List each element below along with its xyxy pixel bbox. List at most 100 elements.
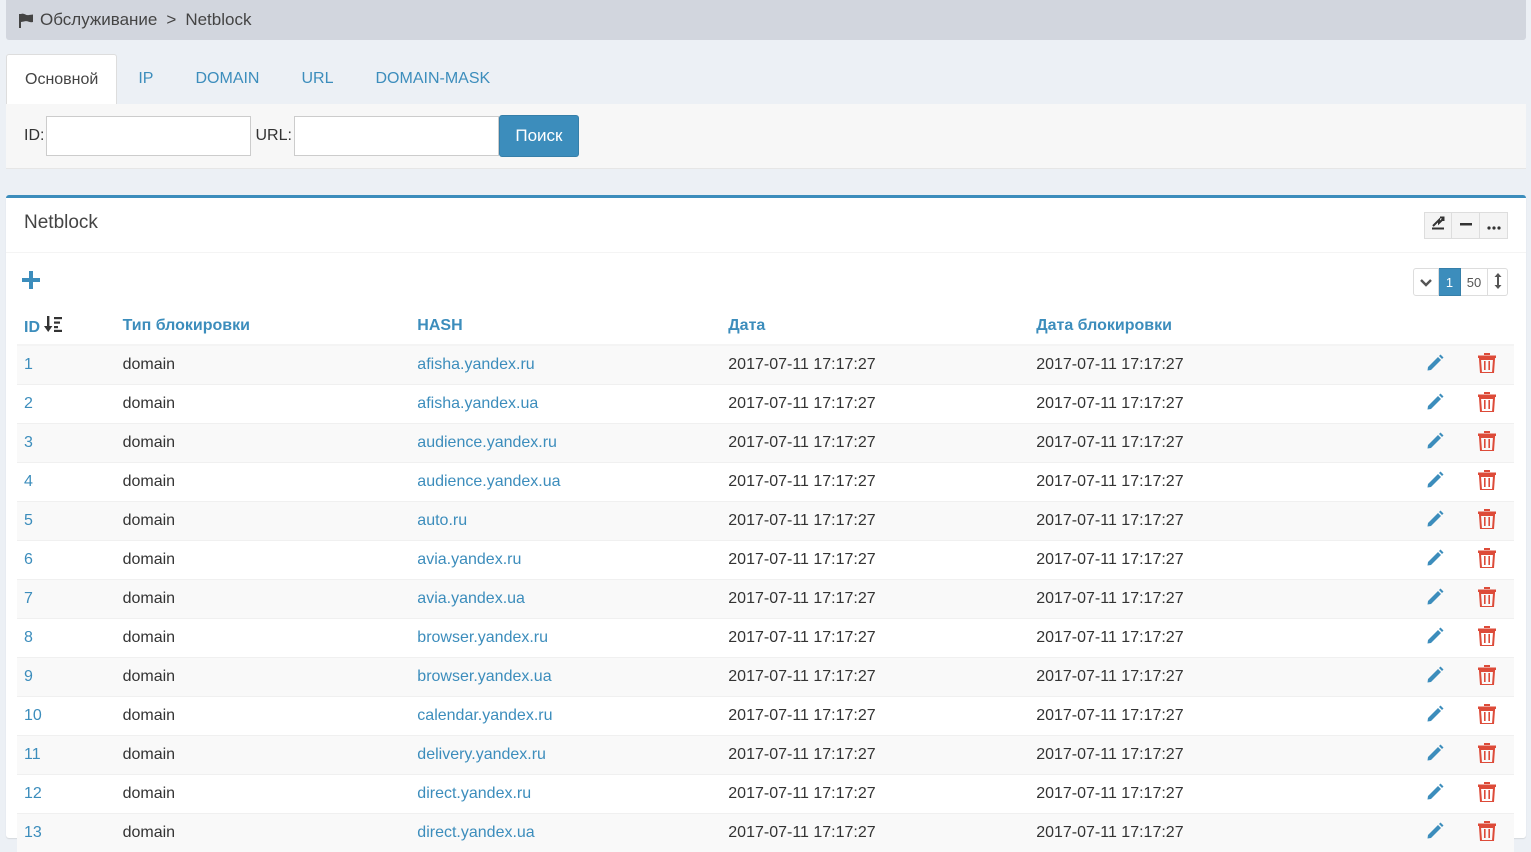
- trash-icon[interactable]: [1478, 548, 1496, 568]
- row-hash-link[interactable]: delivery.yandex.ru: [417, 746, 546, 763]
- breadcrumb-separator: >: [166, 10, 176, 30]
- pager-page[interactable]: 1: [1439, 268, 1461, 296]
- trash-icon[interactable]: [1478, 431, 1496, 451]
- pager-size[interactable]: 50: [1461, 268, 1488, 296]
- pager-dropdown[interactable]: [1413, 268, 1439, 296]
- row-id-link[interactable]: 2: [24, 395, 33, 412]
- edit-icon[interactable]: [1425, 782, 1445, 802]
- trash-icon[interactable]: [1478, 587, 1496, 607]
- edit-icon[interactable]: [1425, 548, 1445, 568]
- edit-icon[interactable]: [1425, 743, 1445, 763]
- row-id-link[interactable]: 9: [24, 668, 33, 685]
- row-id-link[interactable]: 12: [24, 785, 42, 802]
- trash-icon[interactable]: [1478, 392, 1496, 412]
- row-date: 2017-07-11 17:17:27: [721, 541, 1029, 580]
- search-panel: ID: URL: Поиск: [6, 104, 1526, 169]
- trash-icon[interactable]: [1478, 353, 1496, 373]
- tab-main[interactable]: Основной: [6, 54, 117, 104]
- row-id-link[interactable]: 4: [24, 473, 33, 490]
- trash-icon[interactable]: [1478, 743, 1496, 763]
- trash-icon[interactable]: [1478, 626, 1496, 646]
- search-button[interactable]: Поиск: [499, 115, 579, 157]
- row-id-link[interactable]: 1: [24, 356, 33, 373]
- collapse-button[interactable]: [1452, 212, 1480, 239]
- row-hash-link[interactable]: audience.yandex.ru: [417, 434, 557, 451]
- row-hash-link[interactable]: browser.yandex.ua: [417, 668, 551, 685]
- row-hash-link[interactable]: browser.yandex.ru: [417, 629, 548, 646]
- breadcrumb-section[interactable]: Обслуживание: [40, 10, 157, 30]
- row-id-link[interactable]: 11: [24, 746, 41, 763]
- sort-desc-icon[interactable]: [44, 319, 62, 336]
- row-id-link[interactable]: 7: [24, 590, 33, 607]
- row-id-link[interactable]: 13: [24, 824, 42, 841]
- header-hash[interactable]: HASH: [410, 308, 721, 345]
- edit-icon[interactable]: [1425, 509, 1445, 529]
- row-hash-link[interactable]: audience.yandex.ua: [417, 473, 560, 490]
- row-hash-link[interactable]: avia.yandex.ua: [417, 590, 525, 607]
- tab-domain-mask[interactable]: DOMAIN-MASK: [355, 54, 512, 104]
- more-button[interactable]: [1480, 212, 1508, 239]
- row-type: domain: [116, 502, 411, 541]
- row-id-link[interactable]: 10: [24, 707, 42, 724]
- edit-icon[interactable]: [1425, 470, 1445, 490]
- breadcrumb-current: Netblock: [185, 10, 251, 30]
- row-date: 2017-07-11 17:17:27: [721, 658, 1029, 697]
- row-type: domain: [116, 541, 411, 580]
- vertical-resize-icon: [1494, 273, 1502, 292]
- row-id-link[interactable]: 6: [24, 551, 33, 568]
- row-hash-link[interactable]: afisha.yandex.ua: [417, 395, 538, 412]
- edit-icon[interactable]: [1425, 587, 1445, 607]
- row-block-date: 2017-07-11 17:17:27: [1029, 736, 1411, 775]
- table-row: 4domainaudience.yandex.ua2017-07-11 17:1…: [17, 463, 1514, 502]
- trash-icon[interactable]: [1478, 509, 1496, 529]
- row-type: domain: [116, 697, 411, 736]
- add-icon[interactable]: [22, 271, 42, 291]
- row-type: domain: [116, 775, 411, 814]
- trash-icon[interactable]: [1478, 704, 1496, 724]
- tab-ip[interactable]: IP: [117, 54, 174, 104]
- tab-domain[interactable]: DOMAIN: [174, 54, 280, 104]
- pager-sort[interactable]: [1488, 268, 1508, 296]
- row-block-date: 2017-07-11 17:17:27: [1029, 463, 1411, 502]
- row-type: domain: [116, 385, 411, 424]
- edit-icon[interactable]: [1425, 392, 1445, 412]
- edit-icon[interactable]: [1425, 431, 1445, 451]
- header-type[interactable]: Тип блокировки: [116, 308, 411, 345]
- row-hash-link[interactable]: afisha.yandex.ru: [417, 356, 534, 373]
- row-id-link[interactable]: 3: [24, 434, 33, 451]
- trash-icon[interactable]: [1478, 665, 1496, 685]
- row-date: 2017-07-11 17:17:27: [721, 736, 1029, 775]
- row-id-link[interactable]: 8: [24, 629, 33, 646]
- row-type: domain: [116, 619, 411, 658]
- table-row: 11domaindelivery.yandex.ru2017-07-11 17:…: [17, 736, 1514, 775]
- row-type: domain: [116, 580, 411, 619]
- trash-icon[interactable]: [1478, 782, 1496, 802]
- edit-icon[interactable]: [1425, 704, 1445, 724]
- url-label: URL:: [255, 127, 291, 145]
- row-hash-link[interactable]: auto.ru: [417, 512, 467, 529]
- export-icon: [1431, 216, 1445, 235]
- row-id-link[interactable]: 5: [24, 512, 33, 529]
- id-input[interactable]: [46, 116, 251, 156]
- edit-icon[interactable]: [1425, 353, 1445, 373]
- row-hash-link[interactable]: direct.yandex.ru: [417, 785, 531, 802]
- tab-url[interactable]: URL: [280, 54, 354, 104]
- row-date: 2017-07-11 17:17:27: [721, 385, 1029, 424]
- edit-icon[interactable]: [1425, 665, 1445, 685]
- header-block-date[interactable]: Дата блокировки: [1029, 308, 1411, 345]
- row-hash-link[interactable]: calendar.yandex.ru: [417, 707, 552, 724]
- row-date: 2017-07-11 17:17:27: [721, 580, 1029, 619]
- row-hash-link[interactable]: direct.yandex.ua: [417, 824, 534, 841]
- table-row: 7 domain avia.yandex.ua 2017-07-11 17:17:27…: [17, 580, 1514, 619]
- header-id[interactable]: ID: [17, 308, 116, 345]
- trash-icon[interactable]: [1478, 470, 1496, 490]
- header-date[interactable]: Дата: [721, 308, 1029, 345]
- table-toolbar: 1 50: [6, 253, 1526, 308]
- edit-icon[interactable]: [1425, 821, 1445, 841]
- row-hash-link[interactable]: avia.yandex.ru: [417, 551, 521, 568]
- trash-icon[interactable]: [1478, 821, 1496, 841]
- netblock-box: Netblock: [6, 195, 1526, 838]
- url-input[interactable]: [294, 116, 499, 156]
- edit-icon[interactable]: [1425, 626, 1445, 646]
- export-button[interactable]: [1424, 212, 1452, 239]
